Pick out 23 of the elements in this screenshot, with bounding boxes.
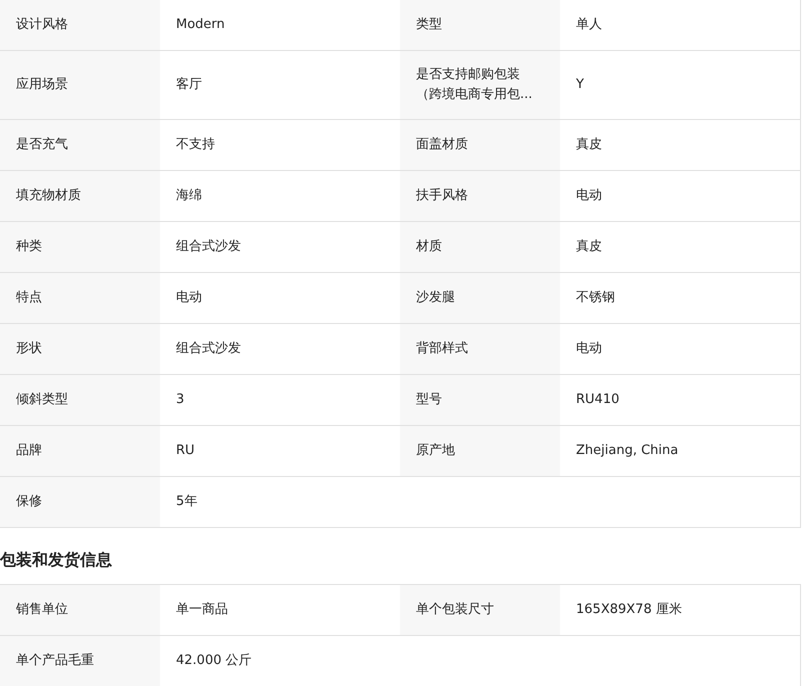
attribute-label: 材质	[400, 222, 560, 273]
attribute-label: 是否充气	[0, 120, 160, 171]
attribute-label: 设计风格	[0, 0, 160, 51]
attribute-label: 面盖材质	[400, 120, 560, 171]
attribute-label: 倾斜类型	[0, 375, 160, 426]
attribute-label: 品牌	[0, 426, 160, 477]
attribute-label: 原产地	[400, 426, 560, 477]
attribute-label: 扶手风格	[400, 171, 560, 222]
attribute-label: 填充物材质	[0, 171, 160, 222]
attribute-label: 类型	[400, 0, 560, 51]
attribute-label: 单个产品毛重	[0, 636, 160, 686]
attribute-label: 应用场景	[0, 51, 160, 120]
attribute-label: 特点	[0, 273, 160, 324]
attribute-label: 形状	[0, 324, 160, 375]
attribute-label: 型号	[400, 375, 560, 426]
attribute-label: 是否支持邮购包装（跨境电商专用包...	[400, 51, 560, 120]
attribute-label: 沙发腿	[400, 273, 560, 324]
attribute-label: 背部样式	[400, 324, 560, 375]
attribute-label: 销售单位	[0, 585, 160, 636]
attribute-label: 单个包装尺寸	[400, 585, 560, 636]
section-heading: 包装和发货信息	[0, 549, 113, 571]
attribute-label: 种类	[0, 222, 160, 273]
attribute-label: 保修	[0, 477, 160, 528]
